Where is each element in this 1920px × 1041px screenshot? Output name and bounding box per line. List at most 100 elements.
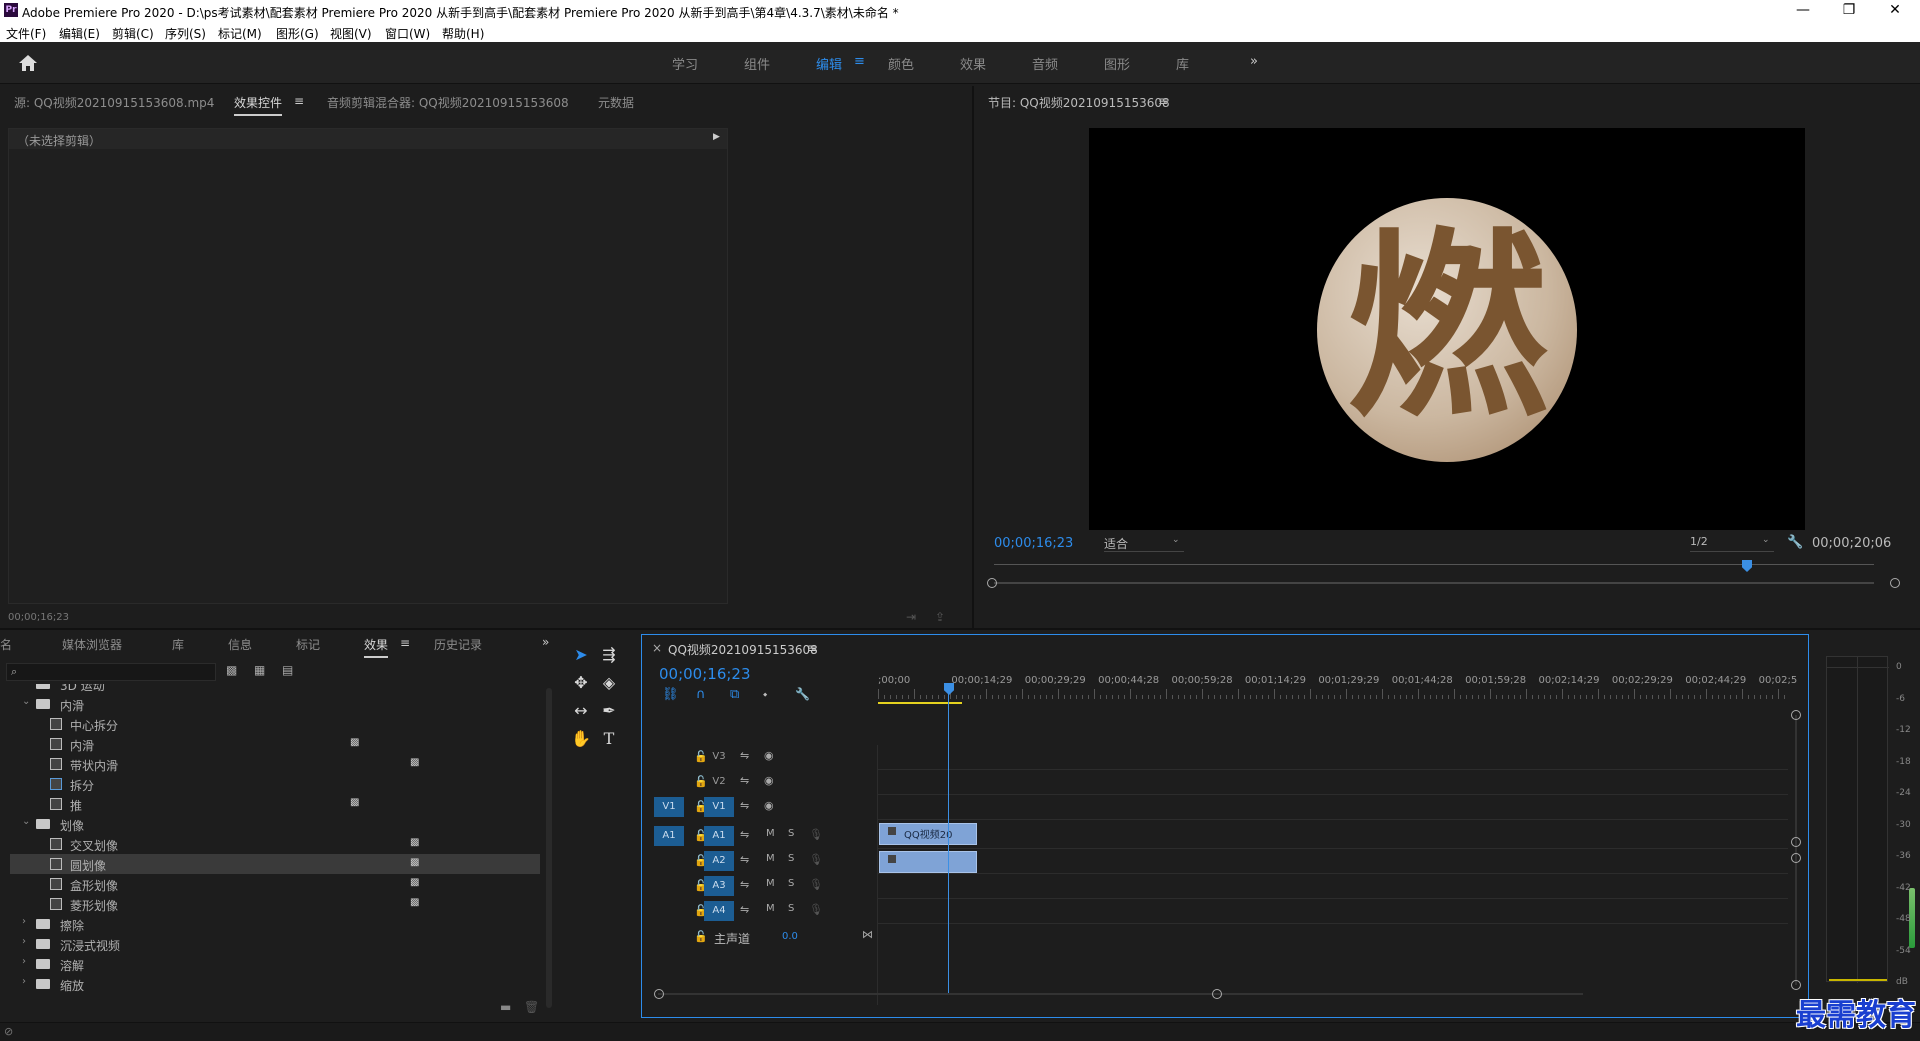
scrub-bar-start-handle[interactable] — [987, 578, 997, 588]
menu-sequence[interactable]: 序列(S) — [165, 25, 206, 42]
workspace-assembly[interactable]: 组件 — [744, 54, 770, 73]
delete-icon[interactable]: 🗑 — [524, 1000, 539, 1014]
add-marker-icon[interactable]: ⬩ — [763, 687, 767, 702]
scrub-bar-end-handle[interactable] — [1890, 578, 1900, 588]
effects-scrollbar[interactable] — [546, 688, 552, 1008]
effects-search-field[interactable]: ⌕ — [6, 663, 216, 681]
share-icon[interactable]: ⇪ — [935, 610, 945, 624]
effect-item[interactable]: 圆划像 ▩ — [10, 854, 540, 874]
track-select-tool-icon[interactable]: ⇶ — [598, 644, 620, 666]
tab-menu-icon[interactable]: ≡ — [294, 94, 304, 108]
effects-folder[interactable]: › 沉浸式视频 — [10, 934, 540, 954]
timeline-settings-wrench-icon[interactable]: 🔧 — [795, 687, 810, 701]
tab-source[interactable]: 源: QQ视频20210915153608.mp4 — [14, 94, 214, 111]
effects-folder[interactable]: ⌄ 内滑 — [10, 694, 540, 714]
tab-project[interactable]: 名 — [0, 636, 12, 653]
workspace-learn[interactable]: 学习 — [672, 54, 698, 73]
tab-effect-controls[interactable]: 效果控件 — [234, 94, 283, 116]
workspace-audio[interactable]: 音频 — [1032, 54, 1058, 73]
sequence-tab[interactable]: QQ视频20210915153608 — [668, 641, 818, 658]
chevron-right-icon[interactable]: › — [22, 684, 26, 687]
effect-item[interactable]: 内滑 ▩ — [10, 734, 540, 754]
menu-edit[interactable]: 编辑(E) — [59, 25, 100, 42]
resolution-dropdown[interactable]: 1/2 ⌄ — [1690, 534, 1774, 552]
program-scrub-bar[interactable] — [994, 582, 1874, 584]
menu-clip[interactable]: 剪辑(C) — [112, 25, 154, 42]
program-playhead-timecode[interactable]: 00;00;16;23 — [994, 536, 1073, 551]
chevron-right-icon[interactable]: › — [22, 936, 26, 947]
tab-audio-clip-mixer[interactable]: 音频剪辑混合器: QQ视频20210915153608 — [327, 94, 569, 111]
panel-overflow-button[interactable]: » — [542, 635, 549, 649]
sequence-menu-icon[interactable]: ≡ — [807, 641, 817, 655]
pen-tool-icon[interactable]: ✒ — [598, 700, 620, 722]
export-frame-icon[interactable]: ⇥ — [906, 610, 916, 624]
wrench-icon[interactable]: 🔧 — [1787, 535, 1803, 550]
timeline-vertical-scrollbar[interactable] — [1795, 715, 1797, 985]
effects-folder[interactable]: › 3D 运动 — [10, 684, 540, 694]
effects-folder[interactable]: › 擦除 — [10, 914, 540, 934]
workspace-menu-icon[interactable]: ≡ — [854, 54, 865, 69]
razor-tool-icon[interactable]: ◈ — [598, 672, 620, 694]
audio-clip[interactable] — [879, 851, 977, 873]
workspace-editing[interactable]: 编辑 — [816, 54, 842, 73]
effect-item[interactable]: 盒形划像 ▩ — [10, 874, 540, 894]
yuv-effects-icon[interactable]: ▤ — [282, 663, 293, 677]
video-clip[interactable]: QQ视频20 — [879, 823, 977, 845]
timeline-horizontal-scrollbar[interactable] — [658, 993, 1583, 995]
chevron-right-icon[interactable]: › — [22, 916, 26, 927]
zoom-fit-dropdown[interactable]: 适合 ⌄ — [1104, 534, 1184, 552]
vscroll-mid2-handle[interactable] — [1791, 853, 1801, 863]
chevron-down-icon[interactable]: ⌄ — [22, 816, 30, 827]
workspace-more-button[interactable]: » — [1250, 54, 1258, 69]
effects-search-input[interactable] — [25, 664, 213, 680]
effects-menu-icon[interactable]: ≡ — [400, 636, 410, 650]
effect-item[interactable]: 交叉划像 ▩ — [10, 834, 540, 854]
tab-markers[interactable]: 标记 — [296, 636, 320, 653]
effect-item[interactable]: 拆分 — [10, 774, 540, 794]
program-playhead[interactable] — [1742, 560, 1752, 572]
effects-folder[interactable]: ⌄ 划像 — [10, 814, 540, 834]
close-sequence-icon[interactable]: × — [652, 641, 662, 655]
hscroll-right-handle[interactable] — [1212, 989, 1222, 999]
minimize-button[interactable]: — — [1780, 2, 1826, 18]
effect-item[interactable]: 带状内滑 ▩ — [10, 754, 540, 774]
tab-libraries[interactable]: 库 — [172, 636, 184, 653]
nest-toggle-icon[interactable]: ⛓ — [662, 687, 679, 702]
menu-help[interactable]: 帮助(H) — [442, 25, 484, 42]
program-menu-icon[interactable]: ≡ — [1158, 94, 1168, 108]
tab-effects[interactable]: 效果 — [364, 636, 389, 658]
menu-window[interactable]: 窗口(W) — [385, 25, 430, 42]
vscroll-bottom-handle[interactable] — [1791, 980, 1801, 990]
vscroll-top-handle[interactable] — [1791, 710, 1801, 720]
menu-view[interactable]: 视图(V) — [330, 25, 372, 42]
tab-info[interactable]: 信息 — [228, 636, 252, 653]
timeline-timecode[interactable]: 00;00;16;23 — [659, 665, 751, 683]
selection-tool-icon[interactable]: ➤ — [570, 644, 592, 666]
expand-triangle-icon[interactable]: ▶ — [713, 132, 720, 142]
chevron-right-icon[interactable]: › — [22, 956, 26, 967]
slip-tool-icon[interactable]: ↔ — [570, 700, 592, 722]
workspace-effects[interactable]: 效果 — [960, 54, 986, 73]
type-tool-icon[interactable]: T — [598, 728, 620, 750]
maximize-button[interactable]: ❐ — [1826, 2, 1872, 18]
tab-history[interactable]: 历史记录 — [434, 636, 482, 653]
effect-item[interactable]: 推 ▩ — [10, 794, 540, 814]
home-icon[interactable] — [18, 54, 38, 72]
hand-tool-icon[interactable]: ✋ — [570, 728, 592, 750]
snap-magnet-icon[interactable]: ∩ — [696, 687, 706, 702]
tab-media-browser[interactable]: 媒体浏览器 — [62, 636, 122, 653]
menu-marker[interactable]: 标记(M) — [218, 25, 262, 42]
effect-item[interactable]: 菱形划像 ▩ — [10, 894, 540, 914]
workspace-libraries[interactable]: 库 — [1176, 54, 1189, 73]
chevron-right-icon[interactable]: › — [22, 976, 26, 987]
effects-folder[interactable]: › 缩放 — [10, 974, 540, 994]
32bit-effects-icon[interactable]: ▦ — [254, 663, 265, 677]
effects-folder[interactable]: › 溶解 — [10, 954, 540, 974]
time-ruler[interactable]: ;00;00 00;00;14;29 00;00;29;29 00;00;44;28 0… — [878, 675, 1797, 705]
chevron-down-icon[interactable]: ⌄ — [22, 696, 30, 707]
hscroll-left-handle[interactable] — [654, 989, 664, 999]
close-button[interactable]: ✕ — [1872, 2, 1918, 18]
program-video-frame[interactable]: 燃 — [1089, 128, 1805, 530]
linked-selection-icon[interactable]: ⧉ — [730, 687, 739, 702]
accelerated-effects-icon[interactable]: ▩ — [226, 663, 237, 677]
